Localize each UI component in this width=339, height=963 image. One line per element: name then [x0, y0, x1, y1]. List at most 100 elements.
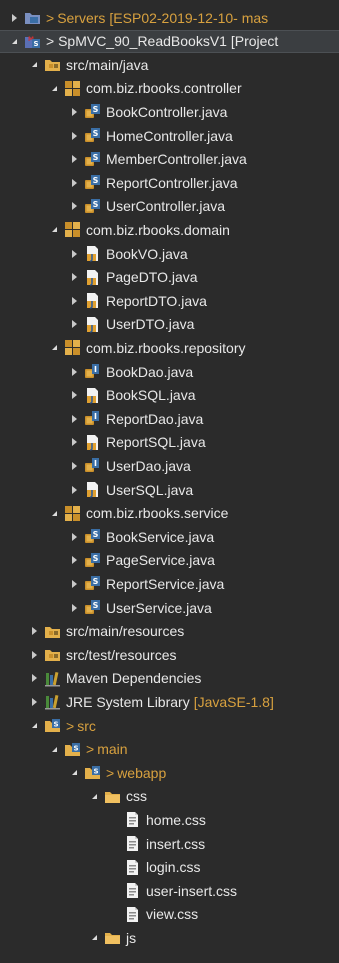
tree-row-folder-main[interactable]: S > main [0, 738, 339, 761]
expand-arrow-icon[interactable] [68, 460, 80, 472]
tree-item-label: PageDTO.java [106, 269, 198, 286]
java-class-icon: S [84, 198, 101, 215]
expand-arrow-icon[interactable] [68, 531, 80, 543]
expand-arrow-icon[interactable] [68, 295, 80, 307]
tree-row-file-bookvo[interactable]: J BookVO.java [0, 242, 339, 265]
css-file-icon [124, 835, 141, 852]
expand-arrow-icon[interactable] [68, 366, 80, 378]
tree-row-src-test-resources[interactable]: src/test/resources [0, 643, 339, 666]
expand-arrow-icon[interactable] [68, 578, 80, 590]
tree-row-file-pagedto[interactable]: J PageDTO.java [0, 266, 339, 289]
expand-arrow-icon[interactable] [68, 271, 80, 283]
expand-arrow-icon[interactable] [28, 649, 40, 661]
expand-arrow-icon[interactable] [68, 554, 80, 566]
java-file-icon: J [84, 316, 101, 333]
tree-row-file-reportcontroller[interactable]: S ReportController.java [0, 171, 339, 194]
tree-row-file-booksql[interactable]: J BookSQL.java [0, 384, 339, 407]
expand-arrow-icon[interactable] [28, 696, 40, 708]
tree-row-pkg-repository[interactable]: com.biz.rbooks.repository [0, 336, 339, 359]
tree-row-file-membercontroller[interactable]: S MemberController.java [0, 148, 339, 171]
tree-row-pkg-service[interactable]: com.biz.rbooks.service [0, 502, 339, 525]
tree-item-label: ReportDTO.java [106, 292, 207, 309]
expand-arrow-icon[interactable] [68, 130, 80, 142]
expand-arrow-icon[interactable] [68, 413, 80, 425]
tree-row-file-reportsql[interactable]: J ReportSQL.java [0, 431, 339, 454]
expand-arrow-icon[interactable] [68, 106, 80, 118]
collapse-arrow-icon[interactable] [88, 932, 100, 944]
collapse-arrow-icon[interactable] [28, 720, 40, 732]
collapse-arrow-icon[interactable] [48, 342, 60, 354]
tree-row-folder-css[interactable]: css [0, 785, 339, 808]
tree-row-file-reportservice[interactable]: S ReportService.java [0, 572, 339, 595]
package-icon [64, 221, 81, 238]
expand-arrow-icon[interactable] [68, 318, 80, 330]
collapse-arrow-icon[interactable] [68, 767, 80, 779]
tree-row-folder-src[interactable]: S > src [0, 714, 339, 737]
change-marker: > [106, 764, 115, 781]
project-explorer-tree: > Servers [ESP02-2019-12-10- mas MS > Sp… [0, 0, 339, 963]
svg-text:S: S [93, 768, 98, 776]
expand-arrow-icon[interactable] [28, 672, 40, 684]
tree-row-file-bookservice[interactable]: S BookService.java [0, 525, 339, 548]
java-class-icon: S [84, 127, 101, 144]
css-file-icon [124, 882, 141, 899]
tree-row-pkg-controller[interactable]: com.biz.rbooks.controller [0, 77, 339, 100]
svg-text:S: S [93, 200, 99, 209]
expand-arrow-icon[interactable] [68, 248, 80, 260]
tree-row-servers-node[interactable]: > Servers [ESP02-2019-12-10- mas [0, 6, 339, 29]
tree-row-file-bookcontroller[interactable]: S BookController.java [0, 100, 339, 123]
tree-row-file-bookdao[interactable]: I BookDao.java [0, 360, 339, 383]
collapse-arrow-icon[interactable] [48, 507, 60, 519]
tree-row-jre-system-library[interactable]: JRE System Library [JavaSE-1.8] [0, 690, 339, 713]
css-file-icon [124, 906, 141, 923]
tree-row-file-userdao[interactable]: I UserDao.java [0, 454, 339, 477]
expand-arrow-icon[interactable] [68, 484, 80, 496]
collapse-arrow-icon[interactable] [88, 790, 100, 802]
tree-row-file-insert-css[interactable]: insert.css [0, 832, 339, 855]
tree-item-label: MemberController.java [106, 151, 247, 168]
tree-row-folder-js[interactable]: js [0, 926, 339, 949]
package-icon [64, 80, 81, 97]
expand-arrow-icon[interactable] [28, 625, 40, 637]
tree-row-file-login-css[interactable]: login.css [0, 856, 339, 879]
collapse-arrow-icon[interactable] [48, 82, 60, 94]
tree-row-src-main-resources[interactable]: src/main/resources [0, 620, 339, 643]
tree-item-label: BookController.java [106, 103, 228, 120]
tree-row-file-userservice[interactable]: S UserService.java [0, 596, 339, 619]
tree-item-label: ReportSQL.java [106, 434, 206, 451]
expand-arrow-icon[interactable] [68, 602, 80, 614]
collapse-arrow-icon[interactable] [8, 35, 20, 47]
svg-text:J: J [90, 253, 94, 262]
expand-arrow-icon[interactable] [8, 12, 20, 24]
collapse-arrow-icon[interactable] [28, 59, 40, 71]
tree-row-pkg-domain[interactable]: com.biz.rbooks.domain [0, 218, 339, 241]
tree-row-file-user-insert-css[interactable]: user-insert.css [0, 879, 339, 902]
java-file-icon: J [84, 387, 101, 404]
tree-row-file-userdto[interactable]: J UserDTO.java [0, 313, 339, 336]
tree-row-file-view-css[interactable]: view.css [0, 903, 339, 926]
tree-row-file-pageservice[interactable]: S PageService.java [0, 549, 339, 572]
tree-row-file-home-css[interactable]: home.css [0, 808, 339, 831]
collapse-arrow-icon[interactable] [48, 224, 60, 236]
svg-text:S: S [93, 153, 99, 162]
expand-arrow-icon[interactable] [68, 389, 80, 401]
tree-item-label: BookDao.java [106, 363, 194, 380]
expand-arrow-icon[interactable] [68, 436, 80, 448]
tree-row-project-node[interactable]: MS > SpMVC_90_ReadBooksV1 [Project [0, 29, 339, 53]
tree-row-src-main-java[interactable]: src/main/java [0, 53, 339, 76]
tree-row-file-reportdao[interactable]: I ReportDao.java [0, 407, 339, 430]
tree-row-maven-dependencies[interactable]: Maven Dependencies [0, 667, 339, 690]
expand-toggle [108, 838, 120, 850]
collapse-arrow-icon[interactable] [48, 743, 60, 755]
tree-row-file-usercontroller[interactable]: S UserController.java [0, 195, 339, 218]
tree-row-file-homecontroller[interactable]: S HomeController.java [0, 124, 339, 147]
tree-row-file-usersql[interactable]: J UserSQL.java [0, 478, 339, 501]
expand-arrow-icon[interactable] [68, 153, 80, 165]
expand-arrow-icon[interactable] [68, 200, 80, 212]
tree-item-label: UserService.java [106, 599, 212, 616]
tree-item-label: src/main/java [66, 56, 149, 73]
svg-text:J: J [90, 324, 94, 333]
tree-row-folder-webapp[interactable]: S > webapp [0, 761, 339, 784]
tree-row-file-reportdto[interactable]: J ReportDTO.java [0, 289, 339, 312]
expand-arrow-icon[interactable] [68, 177, 80, 189]
